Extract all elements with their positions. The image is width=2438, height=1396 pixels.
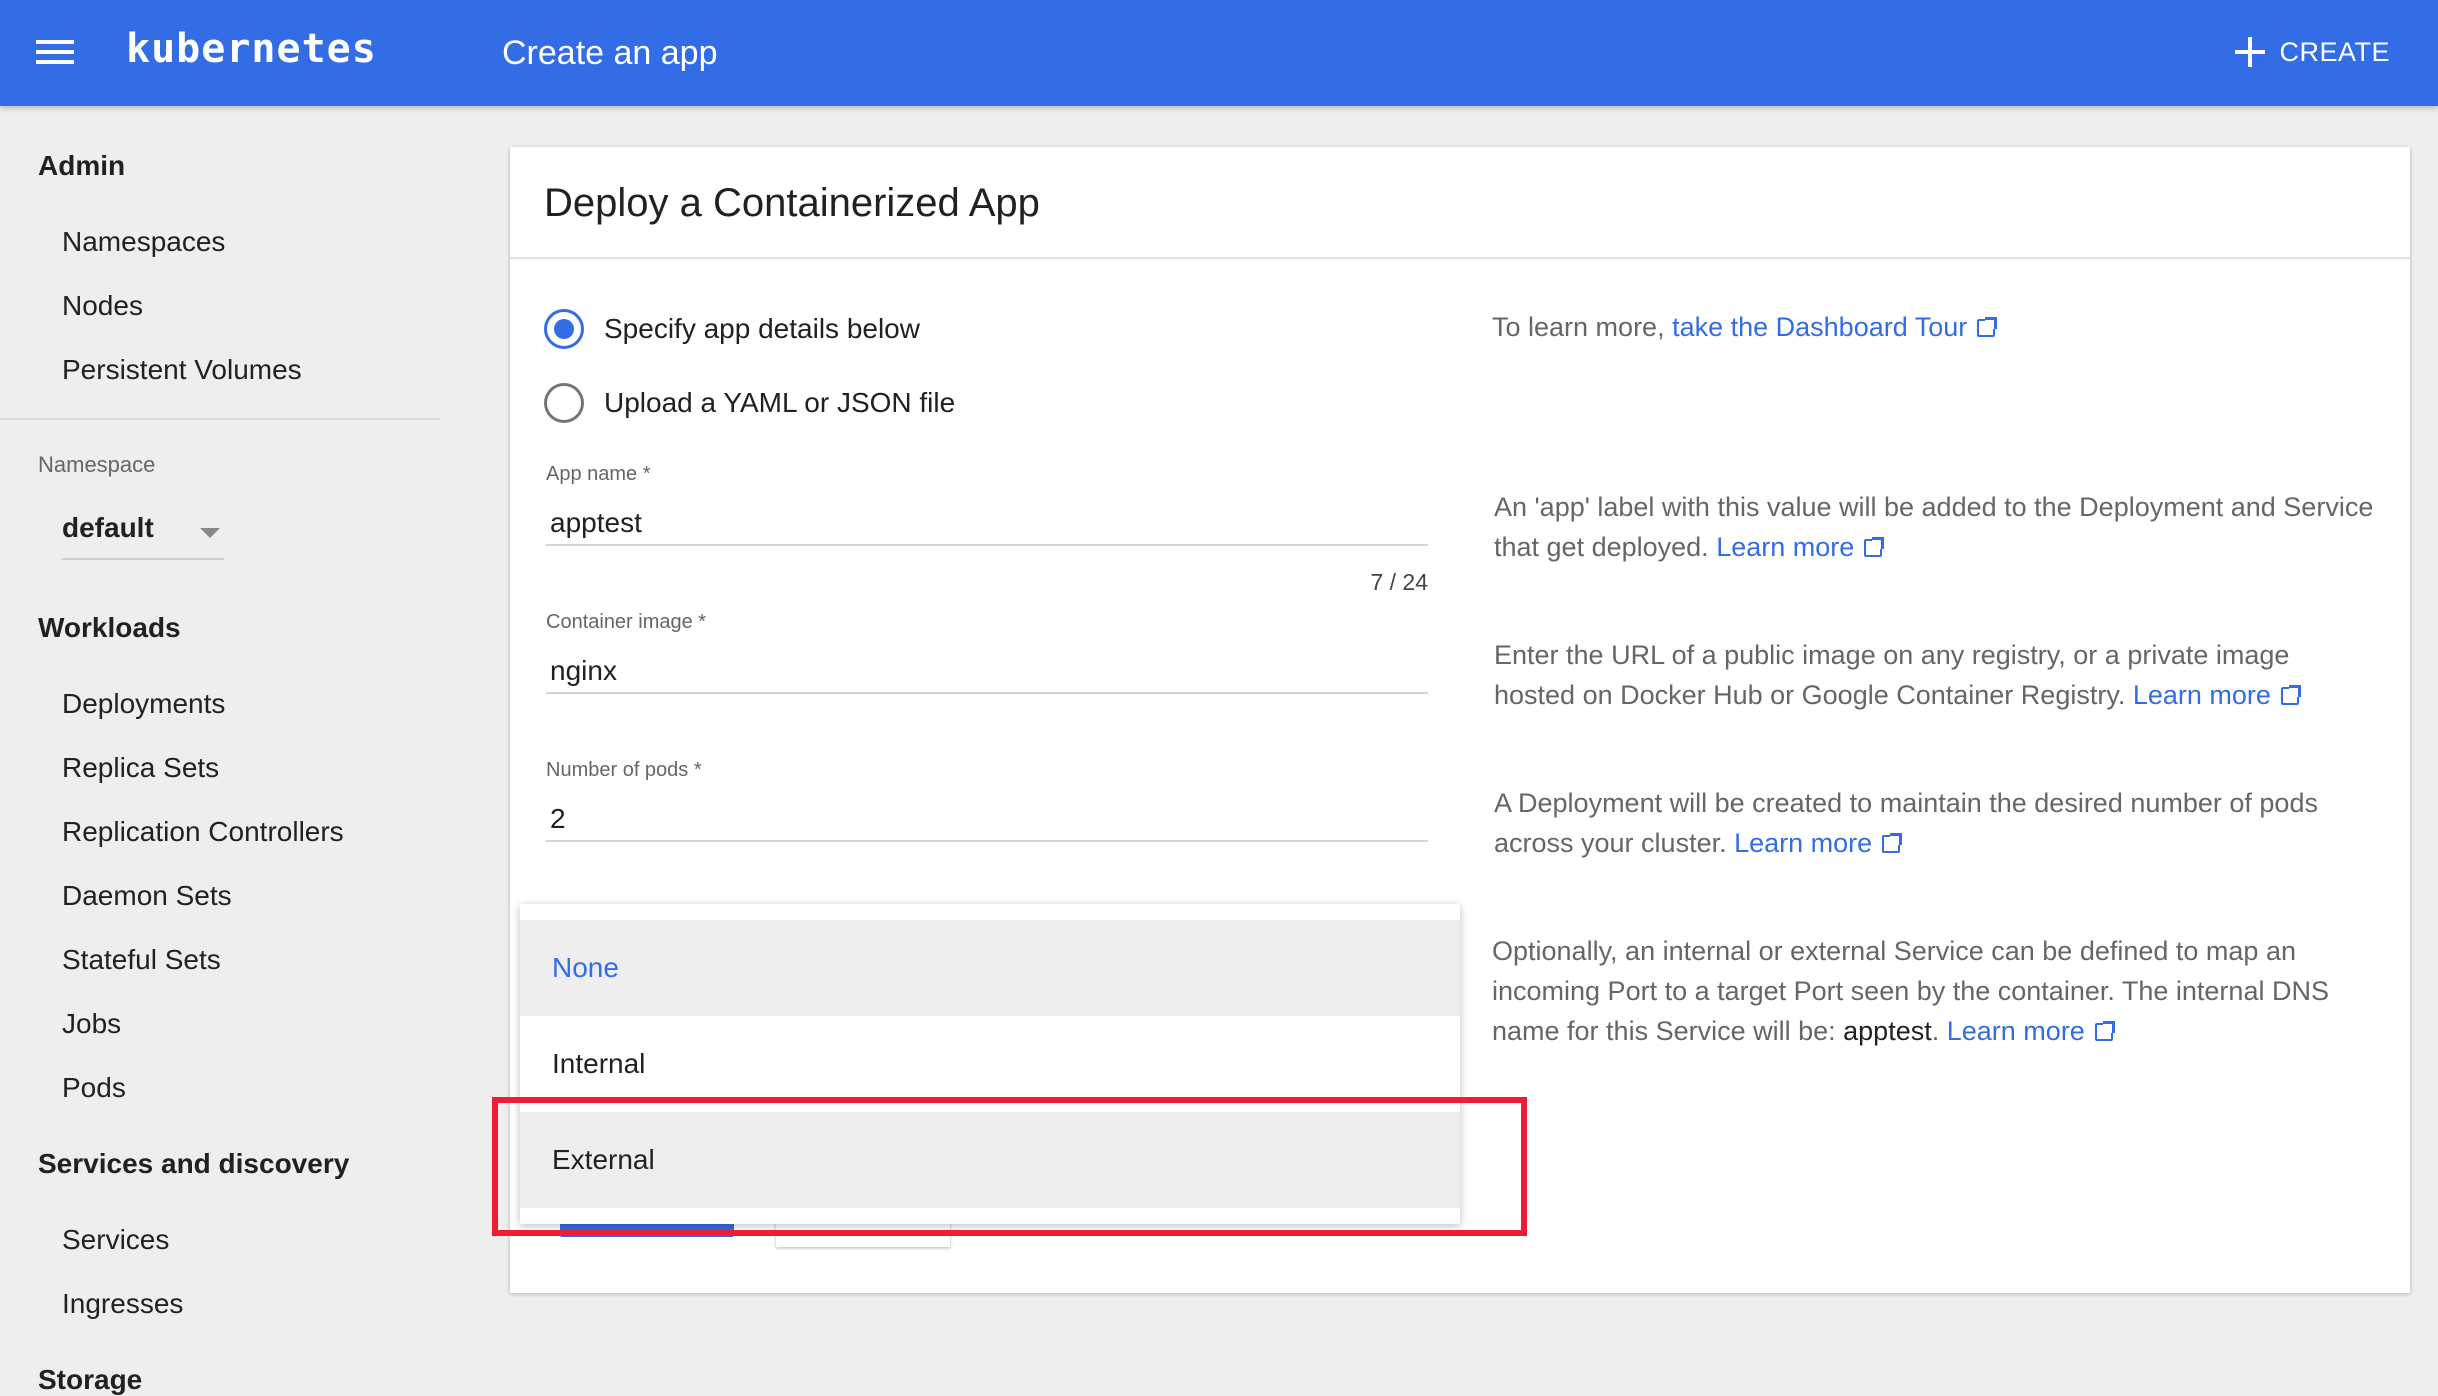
container-image-help: Enter the URL of a public image on any r… [1494, 635, 2374, 715]
pods-learn-more-label: Learn more [1734, 828, 1873, 858]
app-name-field: App name * 7 / 24 [546, 463, 1428, 595]
pods-learn-more-link[interactable]: Learn more [1734, 828, 1903, 858]
service-learn-more-link[interactable]: Learn more [1946, 1016, 2115, 1046]
radio-specify-details[interactable]: Specify app details below [544, 309, 920, 349]
open-in-new-icon [1882, 833, 1903, 853]
card-title: Deploy a Containerized App [544, 181, 1040, 225]
dashboard-tour-help: To learn more, take the Dashboard Tour [1492, 307, 2372, 347]
sidebar-item-pods[interactable]: Pods [62, 1072, 126, 1104]
namespace-select[interactable]: default [62, 500, 224, 560]
container-image-learn-more-link[interactable]: Learn more [2132, 680, 2301, 710]
app-name-help-text: An 'app' label with this value will be a… [1494, 492, 2374, 562]
service-learn-more-label: Learn more [1946, 1016, 2085, 1046]
app-name-learn-more-link[interactable]: Learn more [1716, 532, 1885, 562]
app-name-label: App name * [546, 463, 651, 485]
sidebar-item-deployments[interactable]: Deployments [62, 688, 225, 720]
app-name-char-count: 7 / 24 [1370, 569, 1428, 595]
service-help: Optionally, an internal or external Serv… [1492, 931, 2392, 1051]
pods-help: A Deployment will be created to maintain… [1494, 783, 2374, 863]
container-image-field: Container image * [546, 611, 1428, 694]
sidebar-section-storage[interactable]: Storage [38, 1364, 142, 1396]
radio-checked-icon [544, 309, 584, 349]
sidebar-item-namespaces[interactable]: Namespaces [62, 226, 225, 258]
sidebar-section-services[interactable]: Services and discovery [38, 1148, 349, 1180]
sidebar-item-nodes[interactable]: Nodes [62, 290, 143, 322]
service-help-period: . [1931, 1016, 1940, 1046]
dashboard-tour-link-label: take the Dashboard Tour [1672, 312, 1968, 342]
app-name-help: An 'app' label with this value will be a… [1494, 487, 2374, 567]
app-name-learn-more-label: Learn more [1716, 532, 1855, 562]
radio-upload-label: Upload a YAML or JSON file [604, 387, 956, 418]
hamburger-menu-icon[interactable] [36, 36, 78, 68]
open-in-new-icon [1864, 537, 1885, 557]
container-image-learn-more-label: Learn more [2132, 680, 2271, 710]
card-divider [510, 257, 2410, 259]
dashboard-tour-link[interactable]: take the Dashboard Tour [1672, 312, 1998, 342]
radio-unchecked-icon [544, 383, 584, 423]
pods-help-text: A Deployment will be created to maintain… [1494, 788, 2318, 858]
app-name-input[interactable] [546, 502, 1428, 546]
highlight-annotation-box [492, 1097, 1527, 1236]
open-in-new-icon [2094, 1021, 2115, 1041]
radio-specify-label: Specify app details below [604, 313, 920, 344]
sidebar-divider [0, 418, 440, 420]
namespace-label: Namespace [38, 452, 156, 477]
create-button[interactable]: CREATE [2235, 30, 2390, 74]
pods-label: Number of pods * [546, 759, 702, 781]
sidebar-item-persistent-volumes[interactable]: Persistent Volumes [62, 354, 302, 386]
sidebar-item-services[interactable]: Services [62, 1224, 169, 1256]
namespace-value: default [62, 512, 154, 543]
service-dns-name: apptest [1843, 1016, 1932, 1046]
page-title: Create an app [502, 34, 718, 72]
sidebar-item-ingresses[interactable]: Ingresses [62, 1288, 183, 1320]
container-image-input[interactable] [546, 650, 1428, 694]
radio-upload-file[interactable]: Upload a YAML or JSON file [544, 383, 955, 423]
caret-down-icon [200, 528, 220, 538]
plus-icon [2235, 37, 2266, 67]
sidebar-item-replication-controllers[interactable]: Replication Controllers [62, 816, 344, 848]
service-option-none[interactable]: None [520, 920, 1460, 1016]
sidebar-item-jobs[interactable]: Jobs [62, 1008, 121, 1040]
sidebar-section-admin[interactable]: Admin [38, 150, 125, 182]
sidebar-nav: Admin Namespaces Nodes Persistent Volume… [0, 106, 440, 1395]
sidebar-item-stateful-sets[interactable]: Stateful Sets [62, 944, 221, 976]
open-in-new-icon [2280, 685, 2301, 705]
open-in-new-icon [1977, 317, 1998, 337]
pods-input[interactable] [546, 798, 1428, 842]
pods-field: Number of pods * [546, 759, 1428, 842]
container-image-label: Container image * [546, 611, 707, 633]
sidebar-item-replica-sets[interactable]: Replica Sets [62, 752, 219, 784]
create-button-label: CREATE [2279, 36, 2390, 67]
app-logo[interactable]: kubernetes [126, 26, 377, 72]
sidebar-section-workloads[interactable]: Workloads [38, 612, 181, 644]
top-app-bar: kubernetes Create an app CREATE [0, 0, 2438, 106]
tour-prefix: To learn more, [1492, 312, 1673, 342]
sidebar-item-daemon-sets[interactable]: Daemon Sets [62, 880, 232, 912]
